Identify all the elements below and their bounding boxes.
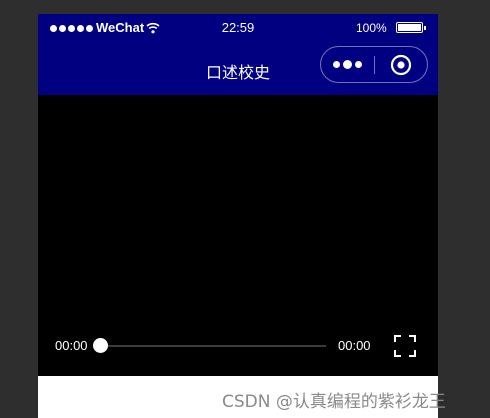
close-miniprogram-button[interactable] bbox=[375, 47, 427, 82]
battery-icon bbox=[396, 22, 426, 33]
navigation-bar: 口述校史 bbox=[38, 44, 438, 95]
status-bar: WeChat 22:59 100% bbox=[38, 14, 438, 44]
menu-capsule bbox=[320, 46, 428, 83]
progress-track[interactable] bbox=[100, 345, 326, 347]
status-time: 22:59 bbox=[221, 20, 255, 35]
duration-time: 00:00 bbox=[338, 338, 371, 353]
video-player[interactable]: 00:00 00:00 bbox=[38, 95, 438, 376]
battery-percent: 100% bbox=[356, 21, 387, 35]
wifi-icon bbox=[146, 22, 160, 37]
video-controls: 00:00 00:00 bbox=[38, 326, 438, 366]
carrier-name: WeChat bbox=[96, 20, 145, 35]
more-dots-icon bbox=[333, 61, 340, 68]
more-button[interactable] bbox=[321, 47, 374, 82]
fullscreen-icon bbox=[394, 335, 416, 357]
current-time: 00:00 bbox=[55, 338, 88, 353]
fullscreen-button[interactable] bbox=[394, 335, 416, 357]
signal-strength-icon bbox=[50, 25, 93, 32]
phone-screen: WeChat 22:59 100% 口述校史 00:00 00:00 bbox=[38, 14, 438, 418]
watermark: CSDN @认真编程的紫衫龙王 bbox=[222, 392, 446, 412]
page-title: 口述校史 bbox=[205, 63, 270, 82]
progress-thumb[interactable] bbox=[93, 338, 108, 353]
target-close-icon bbox=[390, 54, 412, 75]
